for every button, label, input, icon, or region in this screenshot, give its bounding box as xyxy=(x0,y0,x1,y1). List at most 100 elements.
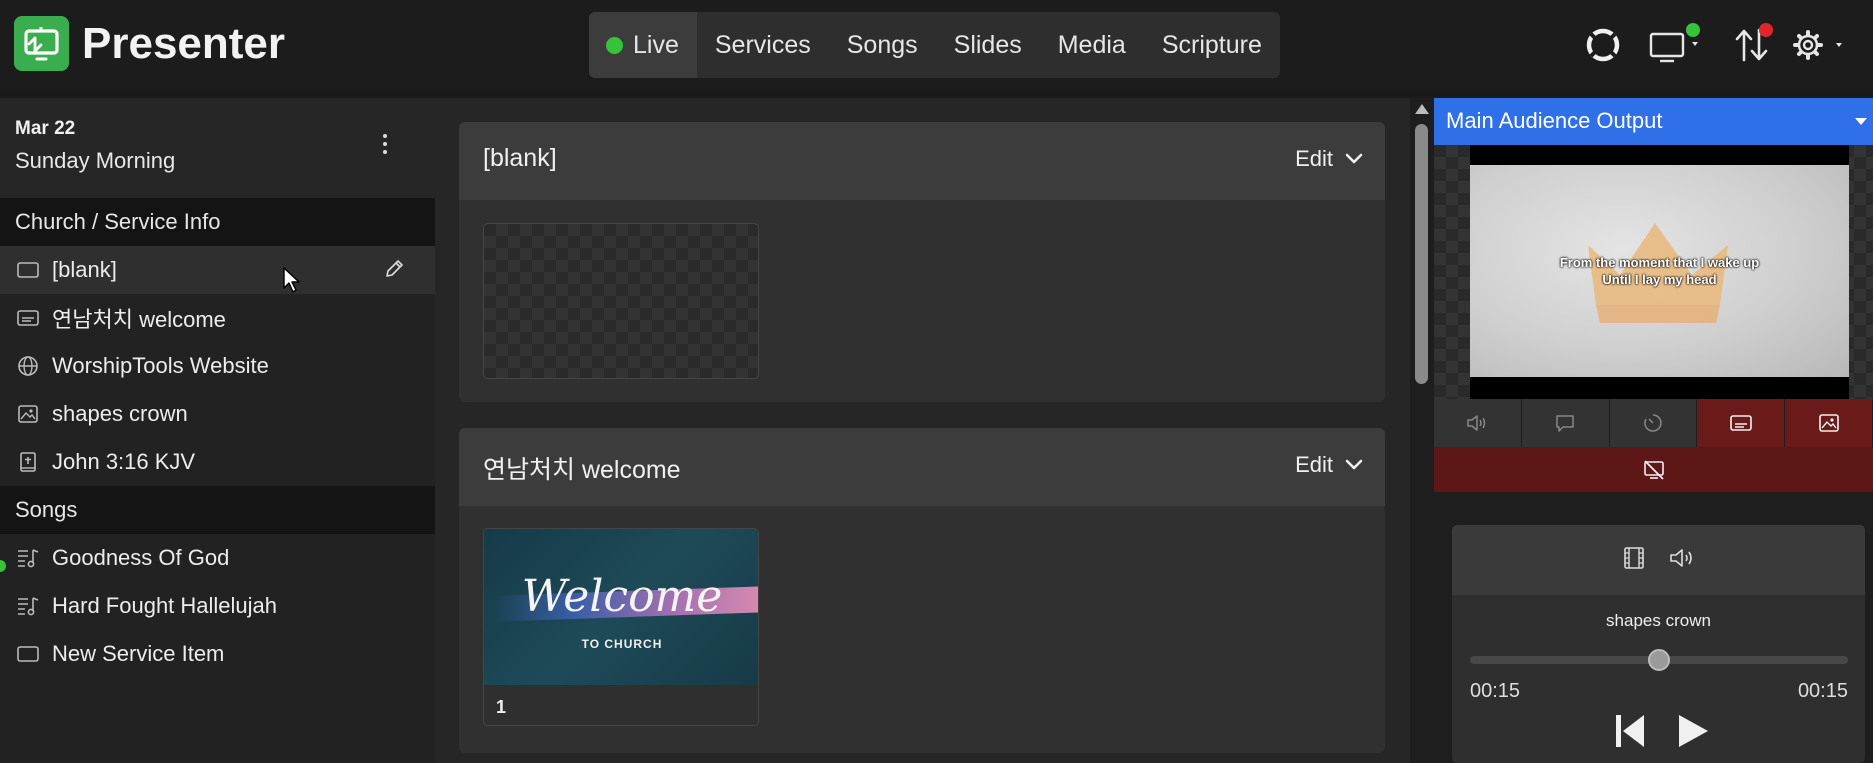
media-time-total: 00:15 xyxy=(1797,680,1848,702)
sidebar-item-label: New Service Item xyxy=(52,641,225,666)
scroll-up-icon[interactable] xyxy=(1415,104,1429,114)
sidebar-item-shapes-crown[interactable]: shapes crown xyxy=(0,390,435,438)
scrollbar-thumb[interactable] xyxy=(1415,124,1428,384)
slide-number: 1 xyxy=(484,685,758,725)
section-songs[interactable]: Songs xyxy=(0,486,435,534)
presenter-logo-icon xyxy=(14,16,69,71)
output-preview: From the moment that I wake up Until I l… xyxy=(1434,145,1873,399)
tab-live[interactable]: Live xyxy=(589,12,697,78)
globe-icon xyxy=(16,354,40,378)
caption-icon xyxy=(1729,415,1752,431)
card-edit-button[interactable]: Edit xyxy=(1295,452,1363,478)
main-nav: Live Services Songs Slides Media Scriptu… xyxy=(589,12,1280,78)
center-scrollbar[interactable] xyxy=(1410,98,1434,763)
sidebar-item-label: Goodness Of God xyxy=(52,545,230,570)
chevron-down-icon xyxy=(1855,118,1867,125)
display-status-badge xyxy=(1686,23,1700,37)
preview-slide: From the moment that I wake up Until I l… xyxy=(1470,165,1849,377)
volume-icon[interactable] xyxy=(1668,546,1696,575)
media-time-elapsed: 00:15 xyxy=(1470,680,1521,702)
slide-thumbnail-welcome[interactable]: Welcome TO CHURCH 1 xyxy=(483,528,759,726)
volume-icon xyxy=(1467,415,1486,431)
output-selector[interactable]: Main Audience Output xyxy=(1434,98,1873,145)
card-blank: [blank] Edit xyxy=(459,122,1385,402)
media-progress-knob[interactable] xyxy=(1648,649,1670,671)
media-player: shapes crown 00:15 00:15 xyxy=(1452,525,1865,763)
app-title: Presenter xyxy=(82,18,286,68)
image-layer-button[interactable] xyxy=(1785,399,1873,447)
slide-thumbnail-blank[interactable] xyxy=(483,223,759,379)
timer-layer-button[interactable] xyxy=(1609,399,1698,447)
sidebar-item-label: 연남처치 welcome xyxy=(52,307,226,332)
sidebar-item-scripture[interactable]: John 3:16 KJV xyxy=(0,438,435,486)
caption-layer-button[interactable] xyxy=(1697,399,1786,447)
card-header: 연남처치 welcome Edit xyxy=(459,428,1385,506)
top-bar: Presenter Live Services Songs Slides Med… xyxy=(0,0,1873,90)
sidebar-item-label: WorshipTools Website xyxy=(52,353,269,378)
card-edit-label: Edit xyxy=(1295,452,1333,477)
sidebar-item-new-service-item[interactable]: New Service Item xyxy=(0,630,435,678)
card-edit-button[interactable]: Edit xyxy=(1295,146,1363,172)
chevron-down-icon xyxy=(1345,459,1363,470)
blank-slide-icon xyxy=(16,258,40,282)
app-root: Presenter Live Services Songs Slides Med… xyxy=(0,0,1873,763)
sidebar-item-label: [blank] xyxy=(52,257,117,282)
clear-display-icon xyxy=(1643,459,1664,480)
tab-media[interactable]: Media xyxy=(1040,12,1144,78)
clear-output-button[interactable] xyxy=(1434,447,1873,492)
film-icon[interactable] xyxy=(1622,546,1646,575)
slide-text-main: Welcome xyxy=(521,571,723,622)
card-title: [blank] xyxy=(483,144,557,172)
media-transport xyxy=(1452,703,1865,763)
play-icon[interactable] xyxy=(1676,713,1710,754)
app-logo: Presenter xyxy=(14,16,285,71)
sidebar-item-blank[interactable]: [blank] xyxy=(0,246,435,294)
transfer-icon[interactable] xyxy=(1733,23,1773,65)
sidebar-item-label: Hard Fought Hallelujah xyxy=(52,593,278,618)
tab-services[interactable]: Services xyxy=(697,12,829,78)
sidebar-item-welcome[interactable]: 연남처치 welcome xyxy=(0,294,435,342)
media-name: shapes crown xyxy=(1606,611,1711,630)
skip-back-icon[interactable] xyxy=(1614,713,1646,754)
message-icon xyxy=(1556,415,1574,432)
sidebar-item-goodness-of-god[interactable]: Goodness Of God xyxy=(0,534,435,582)
song-icon xyxy=(16,546,40,570)
output-panel: Main Audience Output From the moment tha… xyxy=(1434,98,1873,763)
card-header: [blank] Edit xyxy=(459,122,1385,200)
timer-icon xyxy=(1644,414,1662,432)
card-edit-label: Edit xyxy=(1295,146,1333,171)
sidebar-item-hard-fought-hallelujah[interactable]: Hard Fought Hallelujah xyxy=(0,582,435,630)
more-options-icon[interactable] xyxy=(375,130,395,160)
gear-icon[interactable] xyxy=(1790,25,1848,65)
audio-layer-button[interactable] xyxy=(1434,399,1522,447)
media-player-header xyxy=(1452,525,1865,595)
bible-icon xyxy=(16,450,40,474)
preview-lyric-line: Until I lay my head xyxy=(1602,272,1717,287)
output-title: Main Audience Output xyxy=(1446,108,1663,133)
blank-slide-icon xyxy=(16,642,40,666)
service-date: Mar 22 xyxy=(15,118,76,139)
display-icon[interactable] xyxy=(1648,23,1704,65)
welcome-slide-image: Welcome TO CHURCH xyxy=(484,529,758,685)
chevron-down-icon xyxy=(1345,153,1363,164)
sidebar-item-label: shapes crown xyxy=(52,401,188,426)
service-header: Mar 22 Sunday Morning xyxy=(0,98,435,198)
slide-text-sub: TO CHURCH xyxy=(581,637,663,651)
song-icon xyxy=(16,594,40,618)
tab-scripture[interactable]: Scripture xyxy=(1144,12,1280,78)
sync-icon[interactable] xyxy=(1584,25,1622,65)
section-church-info[interactable]: Church / Service Info xyxy=(0,198,435,246)
live-item-indicator xyxy=(0,552,8,572)
slides-area: [blank] Edit 연남처치 welcome Edit Welcome T… xyxy=(435,98,1410,763)
sidebar-item-label: John 3:16 KJV xyxy=(52,449,196,474)
card-welcome: 연남처치 welcome Edit Welcome TO CHURCH 1 xyxy=(459,428,1385,753)
image-icon xyxy=(16,402,40,426)
sidebar-item-website[interactable]: WorshipTools Website xyxy=(0,342,435,390)
tab-songs[interactable]: Songs xyxy=(829,12,936,78)
tab-slides[interactable]: Slides xyxy=(936,12,1040,78)
message-layer-button[interactable] xyxy=(1521,399,1610,447)
transfer-status-badge xyxy=(1759,23,1773,37)
service-name: Sunday Morning xyxy=(15,148,176,173)
crown-shape-image xyxy=(1588,223,1728,323)
pencil-icon[interactable] xyxy=(383,258,405,286)
